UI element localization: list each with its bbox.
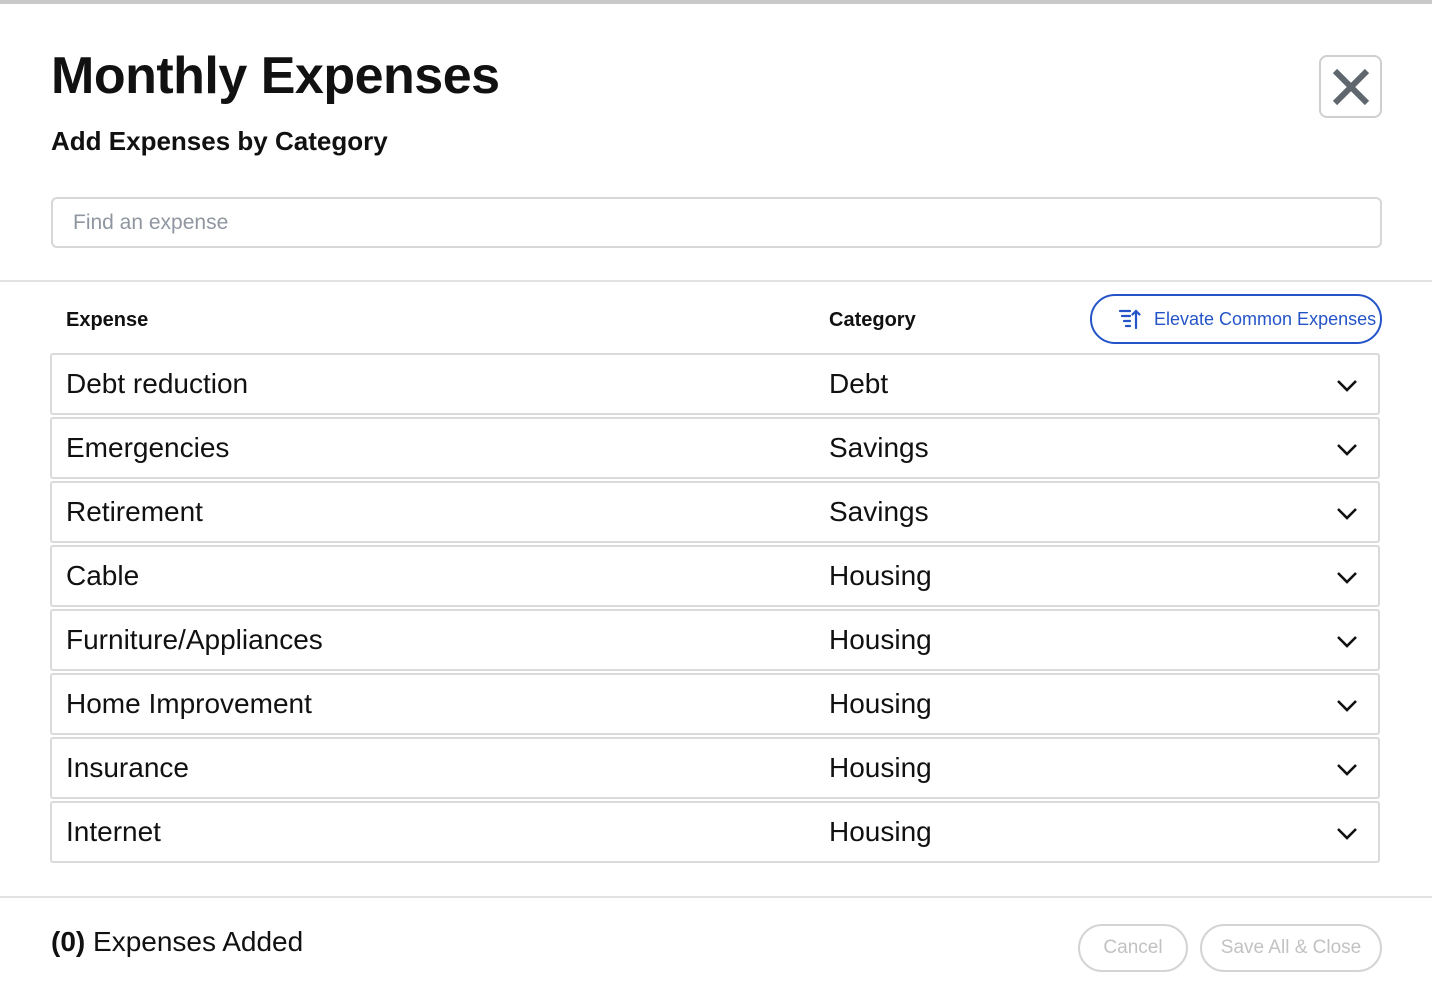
chevron-down-icon[interactable] xyxy=(1335,440,1359,458)
close-icon xyxy=(1332,68,1369,105)
save-all-close-button[interactable]: Save All & Close xyxy=(1200,924,1382,972)
column-header-expense: Expense xyxy=(66,309,149,331)
expense-category: Savings xyxy=(829,496,929,527)
chevron-down-icon[interactable] xyxy=(1335,632,1359,650)
expense-row[interactable]: Furniture/Appliances Housing xyxy=(50,609,1380,671)
sort-up-icon xyxy=(1118,309,1141,330)
expense-name: Cable xyxy=(66,560,140,591)
chevron-down-icon[interactable] xyxy=(1335,376,1359,394)
expense-name: Internet xyxy=(66,816,161,847)
cancel-button[interactable]: Cancel xyxy=(1078,924,1188,972)
expense-category: Debt xyxy=(829,368,889,399)
section-divider xyxy=(0,280,1432,282)
top-border xyxy=(0,0,1432,4)
expense-row[interactable]: Home Improvement Housing xyxy=(50,673,1380,735)
expense-row[interactable]: Cable Housing xyxy=(50,545,1380,607)
dialog-subtitle: Add Expenses by Category xyxy=(51,126,388,156)
expense-list: Debt reduction Debt Emergencies Savings … xyxy=(50,353,1380,865)
close-button[interactable] xyxy=(1319,55,1382,118)
chevron-down-icon[interactable] xyxy=(1335,504,1359,522)
expense-category: Housing xyxy=(829,624,932,655)
chevron-down-icon[interactable] xyxy=(1335,568,1359,586)
expense-name: Debt reduction xyxy=(66,368,249,399)
expense-name: Retirement xyxy=(66,496,203,527)
expense-category: Housing xyxy=(829,752,932,783)
chevron-down-icon[interactable] xyxy=(1335,696,1359,714)
expense-row[interactable]: Debt reduction Debt xyxy=(50,353,1380,415)
expense-name: Insurance xyxy=(66,752,189,783)
chevron-down-icon[interactable] xyxy=(1335,824,1359,842)
expense-name: Furniture/Appliances xyxy=(66,624,323,655)
expense-row[interactable]: Insurance Housing xyxy=(50,737,1380,799)
column-header-category: Category xyxy=(829,309,916,331)
expense-row[interactable]: Retirement Savings xyxy=(50,481,1380,543)
expense-row[interactable]: Internet Housing xyxy=(50,801,1380,863)
expenses-added-status: (0) Expenses Added xyxy=(51,926,303,958)
expense-category: Housing xyxy=(829,816,932,847)
expense-category: Housing xyxy=(829,688,932,719)
expense-name: Home Improvement xyxy=(66,688,312,719)
elevate-common-expenses-button[interactable]: Elevate Common Expenses xyxy=(1090,294,1382,344)
chevron-down-icon[interactable] xyxy=(1335,760,1359,778)
expense-category: Housing xyxy=(829,560,932,591)
expense-name: Emergencies xyxy=(66,432,230,463)
footer-divider xyxy=(0,896,1432,898)
search-input[interactable] xyxy=(51,197,1382,248)
expenses-added-label: Expenses Added xyxy=(93,926,304,957)
expense-category: Savings xyxy=(829,432,929,463)
elevate-common-expenses-label: Elevate Common Expenses xyxy=(1154,308,1377,329)
expenses-added-count: (0) xyxy=(51,926,86,957)
dialog-title: Monthly Expenses xyxy=(51,47,500,105)
expense-row[interactable]: Emergencies Savings xyxy=(50,417,1380,479)
